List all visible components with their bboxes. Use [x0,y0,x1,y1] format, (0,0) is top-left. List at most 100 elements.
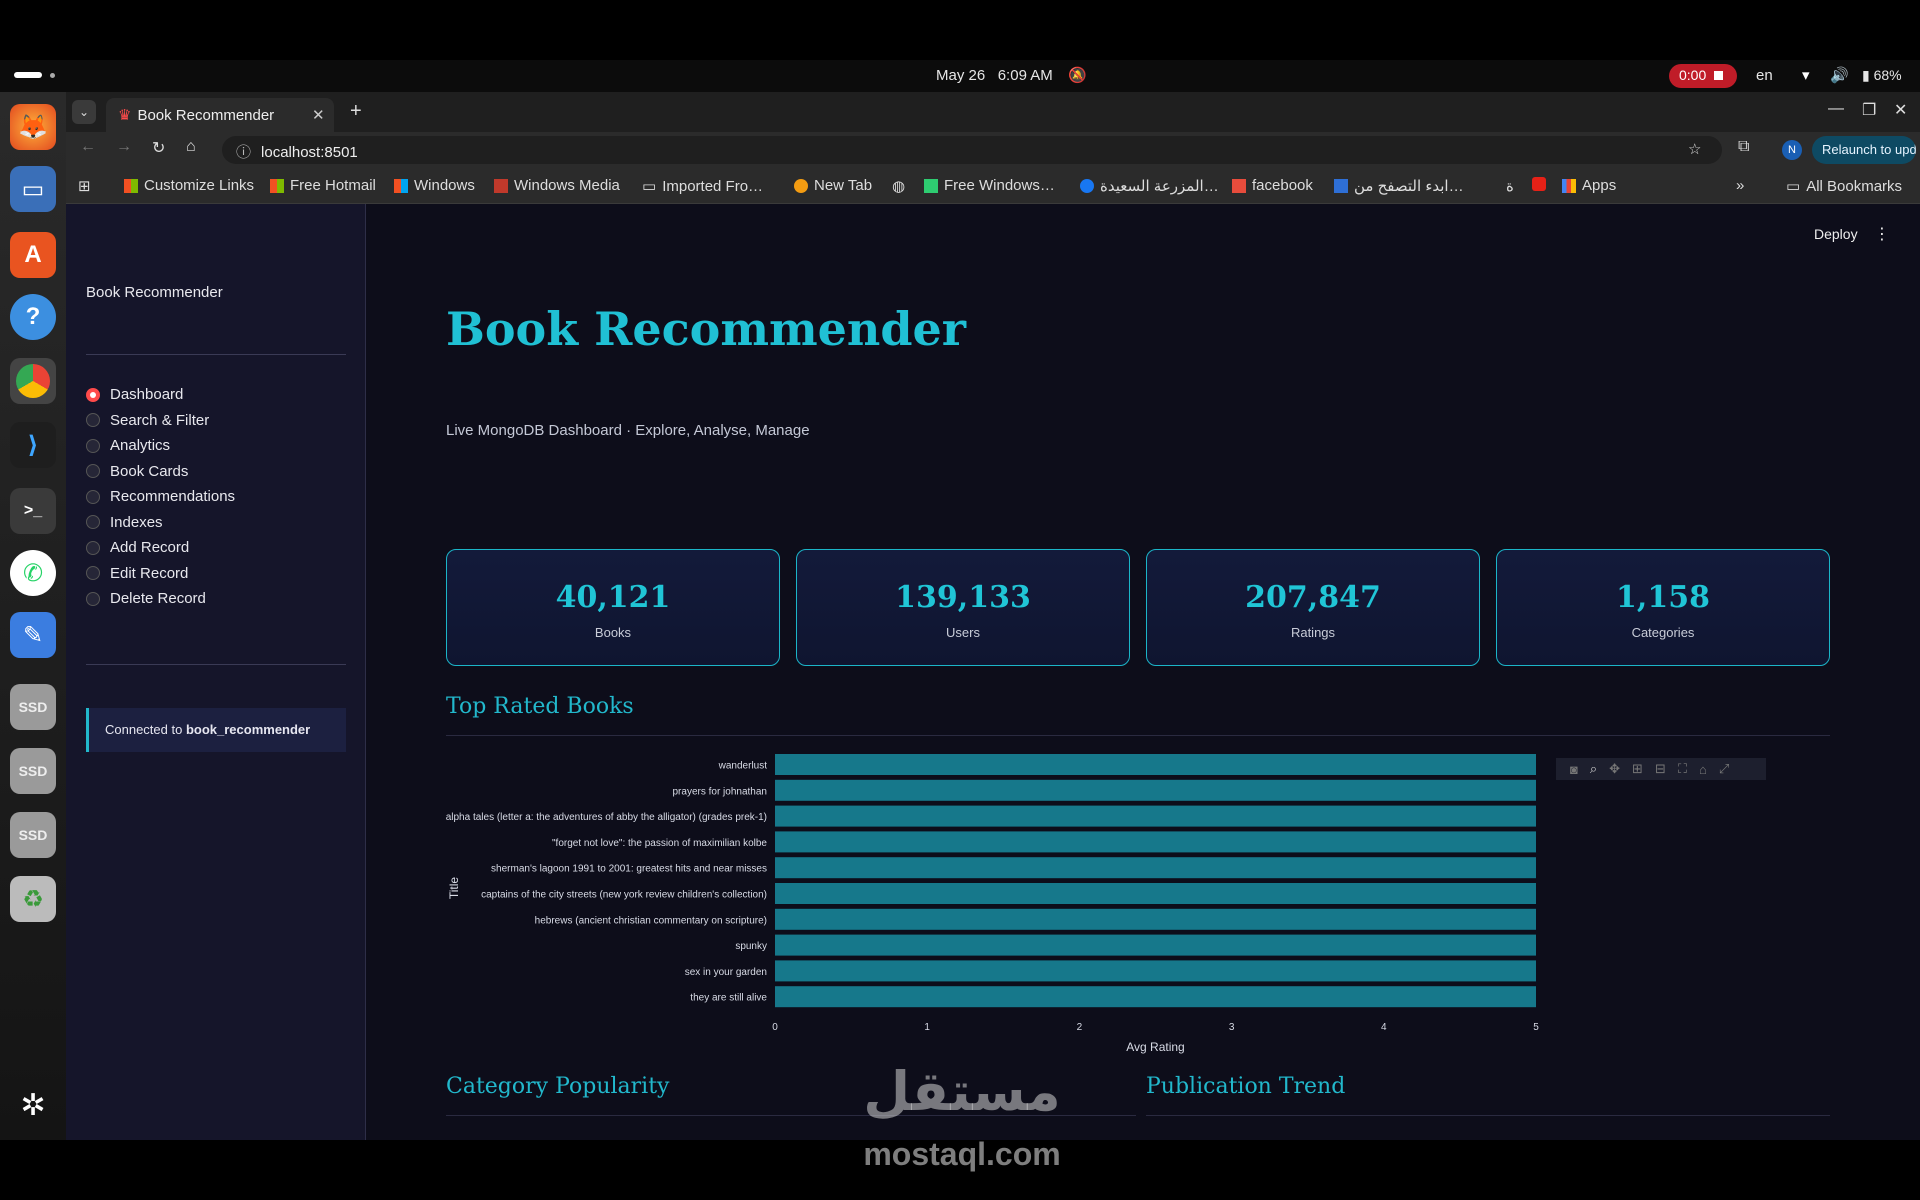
nav-analytics[interactable]: Analytics [86,433,235,459]
nav-delete-record[interactable]: Delete Record [86,586,235,612]
show-apps-icon[interactable]: ✲ [10,1082,56,1128]
bar[interactable] [775,857,1536,879]
extensions-icon[interactable]: ⧉ [1738,138,1749,156]
divider [86,354,346,355]
bookmark-item[interactable]: facebook [1232,177,1313,194]
bar[interactable] [775,831,1536,853]
zoom-out-icon[interactable]: ⊟ [1655,761,1666,777]
wifi-icon[interactable]: ▾ [1802,66,1810,84]
battery-indicator[interactable]: ▮ 68% [1862,67,1902,84]
bar[interactable] [775,960,1536,982]
nav-edit-record[interactable]: Edit Record [86,561,235,587]
all-bookmarks[interactable]: ▭ All Bookmarks [1786,177,1902,196]
ssd-drive-icon[interactable]: SSD [10,684,56,730]
restore-icon[interactable]: ❐ [1862,100,1876,120]
screen-recording-indicator[interactable]: 0:00 [1669,64,1737,88]
bookmark-item[interactable]: Windows [394,177,475,194]
tab-search-icon[interactable]: ⌄ [72,100,96,124]
bookmark-item[interactable]: New Tab [794,177,872,194]
bookmark-folder[interactable]: ▭ Imported Fro… [642,177,763,196]
bar[interactable] [775,883,1536,904]
volume-icon[interactable]: 🔊 [1830,66,1849,84]
text-editor-icon[interactable]: ✎ [10,612,56,658]
whatsapp-icon[interactable]: ✆ [10,550,56,596]
zoom-in-icon[interactable]: ⊞ [1632,761,1643,777]
bookmark-item[interactable]: Customize Links [124,177,254,194]
site-info-icon[interactable]: ⓘ [236,144,251,161]
globe-icon[interactable]: ◍ [892,177,905,195]
home-icon[interactable]: ⌂ [186,138,196,156]
fullscreen-icon[interactable]: ⤢ [1719,761,1729,777]
camera-icon[interactable]: ◙ [1570,762,1578,777]
nav-add-record[interactable]: Add Record [86,535,235,561]
nav-recommendations[interactable]: Recommendations [86,484,235,510]
radio-icon [86,566,100,581]
app-sidebar: Book Recommender Dashboard Search & Filt… [66,204,366,1140]
bookmark-star-icon[interactable]: ☆ [1688,140,1701,158]
nav-indexes[interactable]: Indexes [86,510,235,536]
more-bookmarks-icon[interactable]: » [1736,177,1744,194]
top-rated-chart: ◙ ⌕ ✥ ⊞ ⊟ ⛶ ⌂ ⤢ wanderlust prayers for johnathan… [446,748,1830,1078]
close-tab-icon[interactable]: ✕ [312,106,325,124]
firefox-icon[interactable]: 🦊 [10,104,56,150]
bookmark-item[interactable]: ة [1506,177,1514,195]
reset-axes-icon[interactable]: ⌂ [1699,762,1707,777]
files-icon[interactable]: ▭ [10,166,56,212]
bar[interactable] [775,934,1536,956]
section-title-top-rated: Top Rated Books [446,694,634,719]
app-center-icon[interactable]: A [10,232,56,278]
tab-book-recommender[interactable]: ♛ Book Recommender ✕ [106,98,334,132]
clock[interactable]: May 26 6:09 AM [936,67,1053,84]
trash-icon[interactable]: ♻ [10,876,56,922]
reload-icon[interactable]: ↻ [152,138,165,158]
notification-bell-icon[interactable]: 🔕 [1068,66,1087,84]
bar[interactable] [775,805,1536,827]
nav-dashboard[interactable]: Dashboard [86,382,235,408]
forward-icon[interactable]: → [116,138,132,156]
minimize-icon[interactable]: — [1828,100,1844,118]
bar[interactable] [775,908,1536,930]
address-bar[interactable]: ⓘ localhost:8501 ☆ [222,136,1722,164]
y-tick-label: sex in your garden [685,967,767,978]
terminal-icon[interactable]: >_ [10,488,56,534]
relaunch-button[interactable]: Relaunch to update [1812,136,1916,164]
language-indicator[interactable]: en [1756,67,1773,84]
pan-icon[interactable]: ✥ [1609,761,1620,777]
deploy-button[interactable]: Deploy [1814,226,1858,242]
zoom-icon[interactable]: ⌕ [1590,761,1597,777]
profile-avatar[interactable]: N [1782,140,1802,160]
bookmark-item[interactable]: ابدء التصفح من… [1334,177,1464,195]
bar[interactable] [775,779,1536,801]
x-tick-label: 4 [1381,1022,1387,1033]
back-icon[interactable]: ← [80,138,96,156]
help-icon[interactable]: ? [10,294,56,340]
apps-grid-icon[interactable]: ⊞ [78,177,91,195]
workspace-dot[interactable] [50,73,55,78]
youtube-icon[interactable] [1532,177,1546,191]
ssd-drive-icon[interactable]: SSD [10,812,56,858]
autoscale-icon[interactable]: ⛶ [1678,761,1687,777]
watermark-text: mostaql.com [863,1136,1061,1172]
vscode-icon[interactable]: ⟩ [10,422,56,468]
nav-search-filter[interactable]: Search & Filter [86,408,235,434]
bookmark-item[interactable]: المزرعة السعيدة… [1080,177,1219,195]
chrome-icon[interactable] [10,358,56,404]
bar-chart-svg[interactable]: wanderlust prayers for johnathan alpha tal… [446,748,1830,1078]
divider [446,735,1830,736]
bar[interactable] [775,754,1536,775]
chart-modebar: ◙ ⌕ ✥ ⊞ ⊟ ⛶ ⌂ ⤢ [1556,758,1766,780]
nav-book-cards[interactable]: Book Cards [86,459,235,485]
workspace-indicator[interactable] [14,72,42,78]
divider [1146,1115,1830,1116]
bookmark-item[interactable]: Free Hotmail [270,177,376,194]
ssd-drive-icon[interactable]: SSD [10,748,56,794]
bookmark-item[interactable]: Free Windows… [924,177,1055,194]
y-tick-label: prayers for johnathan [672,786,767,797]
new-tab-icon[interactable]: + [350,100,362,123]
close-window-icon[interactable]: ✕ [1894,100,1907,120]
bar[interactable] [775,986,1536,1008]
bookmark-item[interactable]: Apps [1562,177,1616,194]
main-menu-icon[interactable]: ⋮ [1874,224,1890,244]
bookmark-item[interactable]: Windows Media [494,177,620,194]
watermark-logo: مستقل [863,1060,1061,1123]
